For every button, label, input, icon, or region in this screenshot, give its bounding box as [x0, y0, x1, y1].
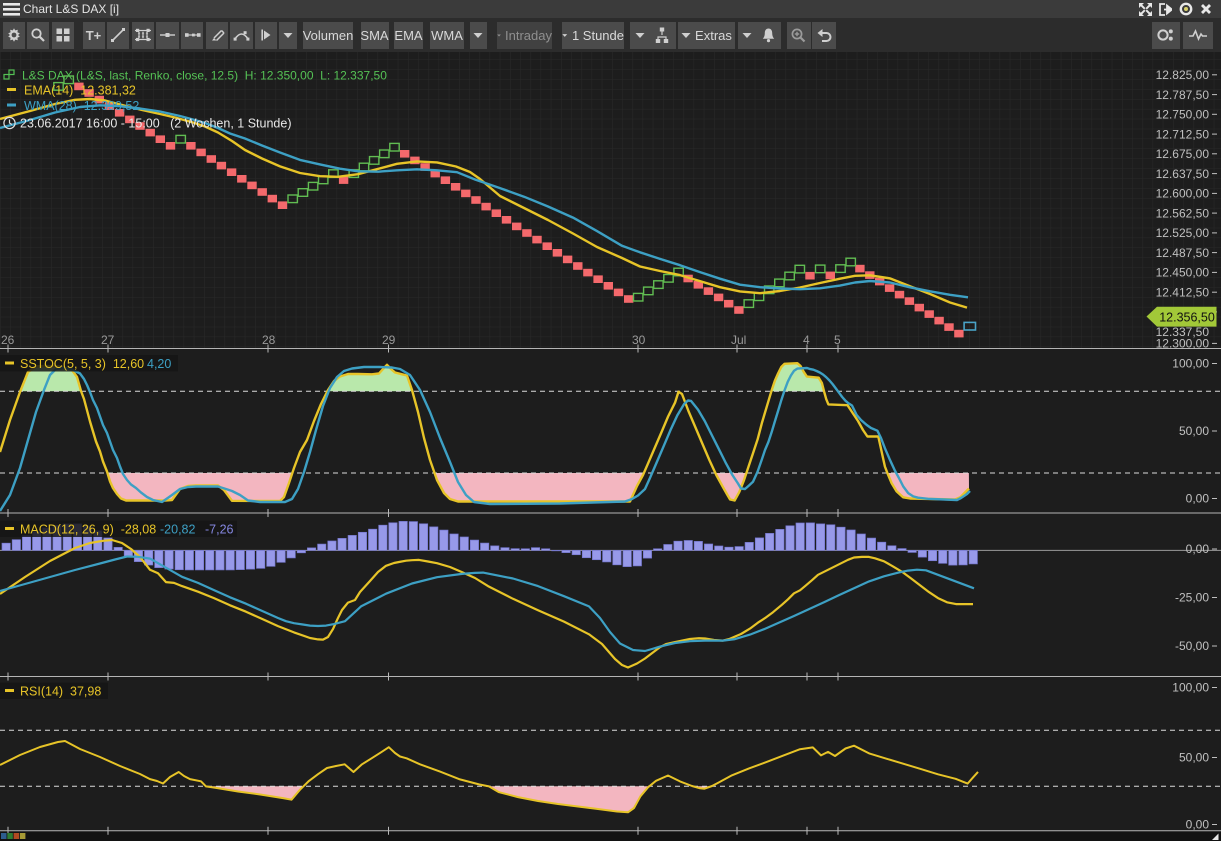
svg-text:-7,26: -7,26	[205, 523, 234, 537]
svg-text:26: 26	[1, 333, 15, 347]
svg-text:50,00: 50,00	[1179, 424, 1209, 438]
svg-text:12.637,50: 12.637,50	[1156, 167, 1210, 181]
svg-text:12.412,50: 12.412,50	[1156, 285, 1210, 299]
svg-text:RSI(14) 37,98: RSI(14) 37,98	[20, 685, 101, 699]
svg-text:-50,00: -50,00	[1175, 639, 1209, 653]
svg-text:-20,82: -20,82	[160, 523, 195, 537]
svg-text:12.787,50: 12.787,50	[1156, 88, 1210, 102]
svg-text:50,00: 50,00	[1179, 751, 1209, 765]
svg-text:12.675,00: 12.675,00	[1156, 147, 1210, 161]
svg-text:12.450,00: 12.450,00	[1156, 266, 1210, 280]
svg-text:23.06.2017 16:00 - 15:00 (2: 23.06.2017 16:00 - 15:00 (2 Wochen, 1 St…	[20, 117, 292, 131]
svg-text:12.750,00: 12.750,00	[1156, 108, 1210, 122]
svg-text:12.356,50: 12.356,50	[1159, 310, 1215, 324]
svg-text:100,00: 100,00	[1172, 357, 1209, 371]
svg-text:L&S DAX (L&S, last, Renko, clo: L&S DAX (L&S, last, Renko, close, 12.5) …	[22, 69, 387, 83]
svg-text:12.487,50: 12.487,50	[1156, 246, 1210, 260]
svg-text:28: 28	[262, 333, 276, 347]
svg-text:MACD(12, 26, 9) -28,08: MACD(12, 26, 9) -28,08	[20, 523, 156, 537]
svg-text:4,20: 4,20	[147, 357, 171, 371]
svg-text:27: 27	[101, 333, 115, 347]
svg-text:30: 30	[632, 333, 646, 347]
svg-text:29: 29	[382, 333, 396, 347]
svg-text:SSTOC(5, 5, 3) 12,60: SSTOC(5, 5, 3) 12,60	[20, 357, 144, 371]
svg-text:12.825,00: 12.825,00	[1156, 68, 1210, 82]
svg-text:12.525,00: 12.525,00	[1156, 226, 1210, 240]
svg-text:Jul: Jul	[731, 333, 746, 347]
svg-text:12.600,00: 12.600,00	[1156, 187, 1210, 201]
svg-text:0,00: 0,00	[1186, 542, 1210, 556]
svg-text:0,00: 0,00	[1186, 818, 1210, 832]
svg-text:0,00: 0,00	[1186, 492, 1210, 506]
svg-text:4: 4	[803, 333, 810, 347]
svg-text:WMA(28) 12.399,52: WMA(28) 12.399,52	[24, 99, 139, 113]
svg-text:12.300,00: 12.300,00	[1156, 337, 1210, 351]
svg-text:12.562,50: 12.562,50	[1156, 206, 1210, 220]
svg-text:100,00: 100,00	[1172, 681, 1209, 695]
svg-text:-25,00: -25,00	[1175, 591, 1209, 605]
svg-text:EMA(14) 12.381,32: EMA(14) 12.381,32	[24, 84, 136, 98]
svg-text:5: 5	[834, 333, 841, 347]
svg-text:12.712,50: 12.712,50	[1156, 127, 1210, 141]
